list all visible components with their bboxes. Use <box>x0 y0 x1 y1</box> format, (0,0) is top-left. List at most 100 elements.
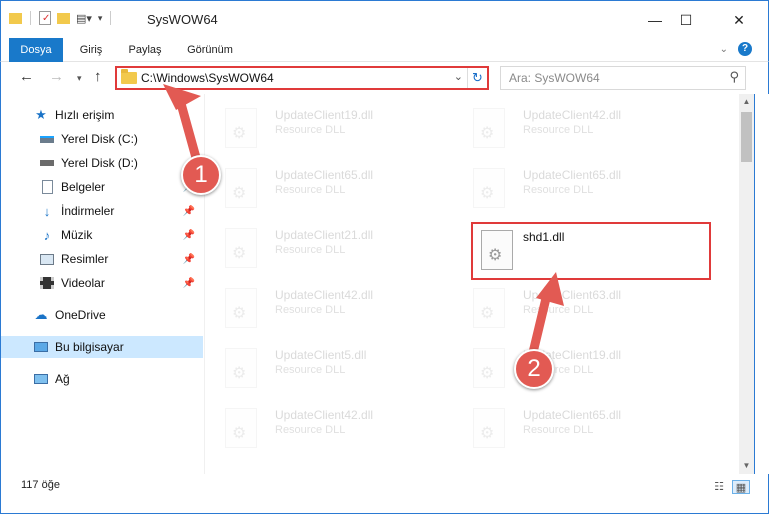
file-tile[interactable]: ⚙ UpdateClient65.dll Resource DLL <box>205 162 435 218</box>
file-type: Resource DLL <box>275 184 346 196</box>
file-tile[interactable]: ⚙ UpdateClient63.dll Resource DLL <box>453 282 683 338</box>
pin-icon[interactable]: 📌 <box>183 206 195 217</box>
file-name: UpdateClient63.dll <box>523 288 622 302</box>
file-name: UpdateClient21.dll <box>275 228 374 242</box>
gear-icon: ⚙ <box>232 185 247 202</box>
dll-file-icon: ⚙ <box>481 230 513 270</box>
sidebar-item-videos[interactable]: Videolar 📌 <box>1 272 203 294</box>
sidebar-item-disk-d[interactable]: Yerel Disk (D:) <box>1 152 203 174</box>
dll-file-icon: ⚙ <box>473 288 505 328</box>
dll-file-icon: ⚙ <box>473 168 505 208</box>
documents-icon <box>39 180 55 194</box>
dll-file-icon: ⚙ <box>225 408 257 448</box>
sidebar-item-pictures[interactable]: Resimler 📌 <box>1 248 203 270</box>
address-bar[interactable]: C:\Windows\SysWOW64 ⌄ ↻ <box>115 66 489 90</box>
file-type: Resource DLL <box>275 364 346 376</box>
gear-icon: ⚙ <box>232 245 247 262</box>
file-tile[interactable]: ⚙ UpdateClient42.dll Resource DLL <box>205 402 435 458</box>
forward-arrow-icon[interactable]: → <box>49 68 64 85</box>
tab-view[interactable]: Görünüm <box>179 38 241 62</box>
status-bar: 117 öğe ☷ ▦ <box>0 474 769 514</box>
sidebar-item-this-pc[interactable]: Bu bilgisayar <box>1 336 203 358</box>
navigation-pane: ★ Hızlı erişim Yerel Disk (C:) Yerel Dis… <box>0 94 204 474</box>
chevron-down-icon[interactable]: ⌄ <box>720 44 728 55</box>
star-icon: ★ <box>35 107 47 122</box>
back-arrow-icon[interactable]: ← <box>19 68 34 85</box>
toolbar-divider <box>110 11 112 25</box>
pictures-icon <box>39 252 55 266</box>
tab-file[interactable]: Dosya <box>9 38 63 62</box>
details-view-icon[interactable]: ☷ <box>710 480 728 494</box>
properties-icon[interactable]: ✓ <box>39 11 51 25</box>
step-badge-1: 1 <box>181 155 221 195</box>
sidebar-item-label: OneDrive <box>55 308 106 322</box>
file-tile[interactable]: ⚙ UpdateClient19.dll Resource DLL <box>453 342 683 398</box>
sidebar-item-downloads[interactable]: ↓ İndirmeler 📌 <box>1 200 203 222</box>
file-name: UpdateClient42.dll <box>275 288 374 302</box>
customize-toolbar-icon[interactable]: ▾ <box>98 13 103 24</box>
music-icon: ♪ <box>43 227 51 243</box>
chevron-down-icon[interactable]: ⌄ <box>454 70 463 83</box>
file-name: UpdateClient42.dll <box>275 408 374 422</box>
view-icon[interactable]: ▤▾ <box>76 12 92 25</box>
gear-icon: ⚙ <box>232 305 247 322</box>
file-tile-shd1-dll[interactable]: ⚙ shd1.dll <box>471 222 711 280</box>
sidebar-item-label: Resimler <box>61 252 109 266</box>
sidebar-item-music[interactable]: ♪ Müzik 📌 <box>1 224 203 246</box>
recent-locations-icon[interactable]: ▾ <box>77 73 82 84</box>
sidebar-item-onedrive[interactable]: ☁ OneDrive <box>1 304 203 326</box>
scroll-down-icon[interactable]: ▼ <box>739 458 754 474</box>
file-tile[interactable]: ⚙ UpdateClient65.dll Resource DLL <box>453 402 683 458</box>
sidebar-item-documents[interactable]: Belgeler 📌 <box>1 176 203 198</box>
search-placeholder: Ara: SysWOW64 <box>509 71 600 85</box>
navigation-bar: ← → ▾ ↑ C:\Windows\SysWOW64 ⌄ ↻ Ara: Sys… <box>0 62 769 94</box>
tab-share[interactable]: Paylaş <box>121 38 169 62</box>
file-tile[interactable]: ⚙ UpdateClient5.dll Resource DLL <box>205 342 435 398</box>
vertical-scrollbar[interactable]: ▲ ▼ <box>739 94 755 474</box>
file-name: UpdateClient5.dll <box>275 348 367 362</box>
step-badge-2: 2 <box>514 349 554 389</box>
gear-icon: ⚙ <box>232 365 247 382</box>
help-icon[interactable]: ? <box>738 42 752 56</box>
pin-icon[interactable]: 📌 <box>183 278 195 289</box>
sidebar-item-label: Yerel Disk (C:) <box>61 132 138 146</box>
view-switcher: ☷ ▦ <box>710 480 750 494</box>
sidebar-item-label: Videolar <box>61 276 105 290</box>
dll-file-icon: ⚙ <box>225 288 257 328</box>
gear-icon: ⚙ <box>480 365 495 382</box>
dll-file-icon: ⚙ <box>225 168 257 208</box>
folder-icon <box>9 12 22 24</box>
scroll-up-icon[interactable]: ▲ <box>739 94 754 110</box>
drive-icon <box>39 132 55 146</box>
gear-icon: ⚙ <box>480 425 495 442</box>
file-name: UpdateClient65.dll <box>523 168 622 182</box>
dll-file-icon: ⚙ <box>225 348 257 388</box>
gear-icon: ⚙ <box>232 125 247 142</box>
close-button[interactable]: ✕ <box>716 5 762 35</box>
file-tile[interactable]: ⚙ UpdateClient42.dll Resource DLL <box>453 102 683 158</box>
new-folder-icon[interactable] <box>57 12 70 24</box>
sidebar-item-label: Hızlı erişim <box>55 108 115 122</box>
sidebar-item-network[interactable]: Ağ <box>1 368 203 390</box>
file-tile[interactable]: ⚙ UpdateClient19.dll Resource DLL <box>205 102 435 158</box>
gear-icon: ⚙ <box>232 425 247 442</box>
file-type: Resource DLL <box>523 184 594 196</box>
file-tile[interactable]: ⚙ UpdateClient65.dll Resource DLL <box>453 162 683 218</box>
sidebar-item-label: Yerel Disk (D:) <box>61 156 138 170</box>
file-tile[interactable]: ⚙ UpdateClient42.dll Resource DLL <box>205 282 435 338</box>
pin-icon[interactable]: 📌 <box>183 254 195 265</box>
tab-home[interactable]: Giriş <box>71 38 111 62</box>
dll-file-icon: ⚙ <box>225 228 257 268</box>
scroll-thumb[interactable] <box>741 112 752 162</box>
sidebar-item-quick-access[interactable]: ★ Hızlı erişim <box>1 104 203 126</box>
refresh-icon[interactable]: ↻ <box>467 68 487 88</box>
file-type: Resource DLL <box>523 304 594 316</box>
dll-file-icon: ⚙ <box>473 348 505 388</box>
sidebar-item-disk-c[interactable]: Yerel Disk (C:) <box>1 128 203 150</box>
search-input[interactable]: Ara: SysWOW64 ⚲ <box>500 66 746 90</box>
up-arrow-icon[interactable]: ↑ <box>94 68 102 85</box>
tiles-view-icon[interactable]: ▦ <box>732 480 750 494</box>
maximize-button[interactable]: ☐ <box>663 5 709 35</box>
file-tile[interactable]: ⚙ UpdateClient21.dll Resource DLL <box>205 222 435 278</box>
pin-icon[interactable]: 📌 <box>183 230 195 241</box>
